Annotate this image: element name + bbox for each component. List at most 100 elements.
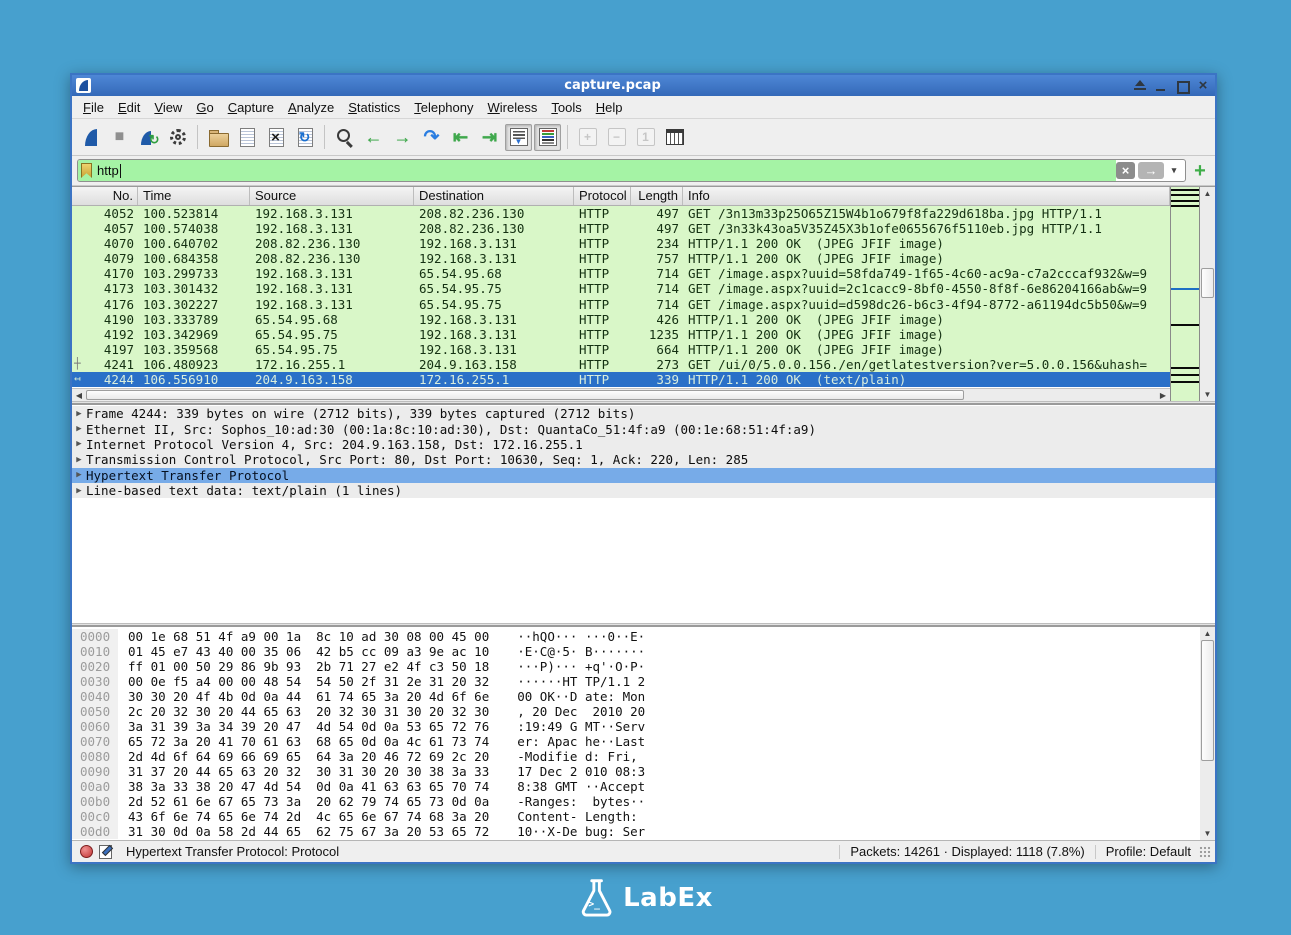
save-file-icon[interactable] xyxy=(233,124,260,151)
capture-options-icon[interactable] xyxy=(164,124,191,151)
menu-telephony[interactable]: Telephony xyxy=(407,98,480,117)
hex-row[interactable]: 0070 65 72 3a 20 41 70 61 63 68 65 0d 0a … xyxy=(72,734,1200,749)
go-to-packet-icon[interactable]: ↷ xyxy=(418,124,445,151)
column-header-time[interactable]: Time xyxy=(138,187,250,205)
minimize-icon[interactable] xyxy=(1155,80,1167,91)
scroll-up-icon[interactable]: ▲ xyxy=(1200,187,1215,200)
hex-row[interactable]: 0010 01 45 e7 43 40 00 35 06 42 b5 cc 09 … xyxy=(72,644,1200,659)
intelligent-scrollbar-minimap[interactable] xyxy=(1170,187,1200,401)
expert-info-icon[interactable] xyxy=(80,845,93,858)
detail-row[interactable]: ▶ Ethernet II, Src: Sophos_10:ad:30 (00:1… xyxy=(72,421,1215,437)
scroll-up-icon[interactable]: ▲ xyxy=(1200,627,1215,640)
packet-row[interactable]: 4057 100.574038 192.168.3.131 208.82.236.13… xyxy=(72,221,1170,237)
bytes-vscrollbar[interactable]: ▲ ▼ xyxy=(1200,627,1215,840)
detail-row[interactable]: ▶ Line-based text data: text/plain (1 lin… xyxy=(72,482,1215,499)
shade-window-icon[interactable] xyxy=(1134,80,1146,91)
hex-row[interactable]: 0000 00 1e 68 51 4f a9 00 1a 8c 10 ad 30 … xyxy=(72,629,1200,644)
column-header-protocol[interactable]: Protocol xyxy=(574,187,631,205)
packet-row[interactable]: 4190 103.333789 65.54.95.68 192.168.3.131 HT… xyxy=(72,311,1170,327)
hex-row[interactable]: 00a0 38 3a 33 38 20 47 4d 54 0d 0a 41 63 … xyxy=(72,779,1200,794)
filter-clear-button[interactable]: × xyxy=(1116,162,1135,179)
hex-row[interactable]: 0020 ff 01 00 50 29 86 9b 93 2b 71 27 e2 … xyxy=(72,659,1200,674)
menu-file[interactable]: File xyxy=(76,98,111,117)
menu-edit[interactable]: Edit xyxy=(111,98,147,117)
filter-dropdown-button[interactable]: ▾ xyxy=(1167,162,1181,179)
column-header-destination[interactable]: Destination xyxy=(414,187,574,205)
filter-apply-button[interactable]: → xyxy=(1138,162,1164,179)
go-forward-icon[interactable]: → xyxy=(389,124,416,151)
menu-view[interactable]: View xyxy=(147,98,189,117)
colorize-packets-icon[interactable] xyxy=(534,123,561,151)
hex-row[interactable]: 0050 2c 20 32 30 20 44 65 63 20 32 30 31 … xyxy=(72,704,1200,719)
expander-icon[interactable]: ▶ xyxy=(72,439,86,449)
start-capture-icon[interactable] xyxy=(77,124,104,151)
packet-list-vscrollbar[interactable]: ▲ ▼ xyxy=(1200,187,1215,401)
column-header-no[interactable]: No. xyxy=(72,187,138,205)
go-last-packet-icon[interactable]: ⇥ xyxy=(476,124,503,151)
detail-row[interactable]: ▶ Frame 4244: 339 bytes on wire (2712 bit… xyxy=(72,406,1215,422)
display-filter-input[interactable]: http × → ▾ xyxy=(77,159,1186,182)
find-packet-icon[interactable] xyxy=(331,124,358,151)
maximize-icon[interactable] xyxy=(1176,80,1190,94)
menu-statistics[interactable]: Statistics xyxy=(341,98,407,117)
auto-scroll-icon[interactable]: ▼ xyxy=(505,123,532,151)
menu-analyze[interactable]: Analyze xyxy=(281,98,341,117)
vscroll-thumb[interactable] xyxy=(1201,268,1214,299)
packet-row[interactable]: 4244 ↤ 106.556910 204.9.163.158 172.16.255.1… xyxy=(72,372,1170,388)
packet-row[interactable]: 4079 100.684358 208.82.236.130 192.168.3.13… xyxy=(72,251,1170,267)
hex-row[interactable]: 0040 30 30 20 4f 4b 0d 0a 44 61 74 65 3a … xyxy=(72,689,1200,704)
scroll-left-icon[interactable]: ◀ xyxy=(72,391,86,400)
packet-row[interactable]: 4052 100.523814 192.168.3.131 208.82.236.13… xyxy=(72,206,1170,222)
packet-row[interactable]: 4176 103.302227 192.168.3.131 65.54.95.75 HT… xyxy=(72,296,1170,312)
menu-go[interactable]: Go xyxy=(189,98,220,117)
packet-row[interactable]: 4173 103.301432 192.168.3.131 65.54.95.75 HT… xyxy=(72,281,1170,297)
expander-icon[interactable]: ▶ xyxy=(72,486,86,496)
close-icon[interactable]: × xyxy=(1197,78,1209,93)
resize-columns-icon[interactable] xyxy=(661,124,688,151)
go-back-icon[interactable]: ← xyxy=(360,124,387,151)
menu-tools[interactable]: Tools xyxy=(544,98,588,117)
column-header-info[interactable]: Info xyxy=(683,187,1170,205)
profile-label[interactable]: Profile: Default xyxy=(1106,844,1191,859)
restart-capture-icon[interactable]: ↻ xyxy=(135,124,162,151)
go-first-packet-icon[interactable]: ⇤ xyxy=(447,124,474,151)
scroll-down-icon[interactable]: ▼ xyxy=(1200,827,1215,840)
packet-row[interactable]: 4197 103.359568 65.54.95.75 192.168.3.131 HT… xyxy=(72,341,1170,357)
filter-add-button[interactable]: + xyxy=(1191,161,1209,181)
packet-list-hscrollbar[interactable]: ◀ ▶ xyxy=(72,388,1170,401)
detail-row[interactable]: ▶ Internet Protocol Version 4, Src: 204.9… xyxy=(72,436,1215,453)
menu-help[interactable]: Help xyxy=(589,98,630,117)
packet-row[interactable]: 4070 100.640702 208.82.236.130 192.168.3.13… xyxy=(72,236,1170,252)
hex-row[interactable]: 0090 31 37 20 44 65 63 20 32 30 31 30 20 … xyxy=(72,764,1200,779)
close-file-icon[interactable]: × xyxy=(262,124,289,151)
column-header-source[interactable]: Source xyxy=(250,187,414,205)
stop-capture-icon[interactable]: ■ xyxy=(106,124,133,151)
filter-text-area[interactable]: http xyxy=(78,160,1116,181)
open-file-icon[interactable] xyxy=(204,124,231,151)
detail-row[interactable]: ▶ Transmission Control Protocol, Src Port… xyxy=(72,452,1215,468)
hex-row[interactable]: 00b0 2d 52 61 6e 67 65 73 3a 20 62 79 74 … xyxy=(72,794,1200,809)
menu-wireless[interactable]: Wireless xyxy=(481,98,545,117)
vscroll-thumb[interactable] xyxy=(1201,640,1214,762)
hex-row[interactable]: 0080 2d 4d 6f 64 69 66 69 65 64 3a 20 46 … xyxy=(72,749,1200,764)
packet-row[interactable]: 4170 103.299733 192.168.3.131 65.54.95.68 HT… xyxy=(72,266,1170,282)
reload-file-icon[interactable]: ↻ xyxy=(291,124,318,151)
expander-icon[interactable]: ▶ xyxy=(72,455,86,465)
packet-row[interactable]: 4241 ┼ 106.480923 172.16.255.1 204.9.163.158… xyxy=(72,356,1170,373)
hex-row[interactable]: 00c0 43 6f 6e 74 65 6e 74 2d 4c 65 6e 67 … xyxy=(72,809,1200,824)
capture-comment-icon[interactable] xyxy=(99,844,112,859)
hex-row[interactable]: 0060 3a 31 39 3a 34 39 20 47 4d 54 0d 0a … xyxy=(72,719,1200,734)
column-header-length[interactable]: Length xyxy=(631,187,683,205)
title-bar[interactable]: capture.pcap × xyxy=(72,75,1215,96)
resize-grip[interactable] xyxy=(1199,845,1211,858)
bookmark-icon[interactable] xyxy=(81,163,92,178)
hex-row[interactable]: 00d0 31 30 0d 0a 58 2d 44 65 62 75 67 3a … xyxy=(72,824,1200,839)
expander-icon[interactable]: ▶ xyxy=(72,409,86,419)
detail-row[interactable]: ▶ Hypertext Transfer Protocol xyxy=(72,467,1215,483)
packet-row[interactable]: 4192 103.342969 65.54.95.75 192.168.3.131 HT… xyxy=(72,326,1170,342)
expander-icon[interactable]: ▶ xyxy=(72,470,86,480)
expander-icon[interactable]: ▶ xyxy=(72,424,86,434)
hex-row[interactable]: 0030 00 0e f5 a4 00 00 48 54 54 50 2f 31 … xyxy=(72,674,1200,689)
scroll-down-icon[interactable]: ▼ xyxy=(1200,388,1215,401)
scroll-right-icon[interactable]: ▶ xyxy=(1156,391,1170,400)
